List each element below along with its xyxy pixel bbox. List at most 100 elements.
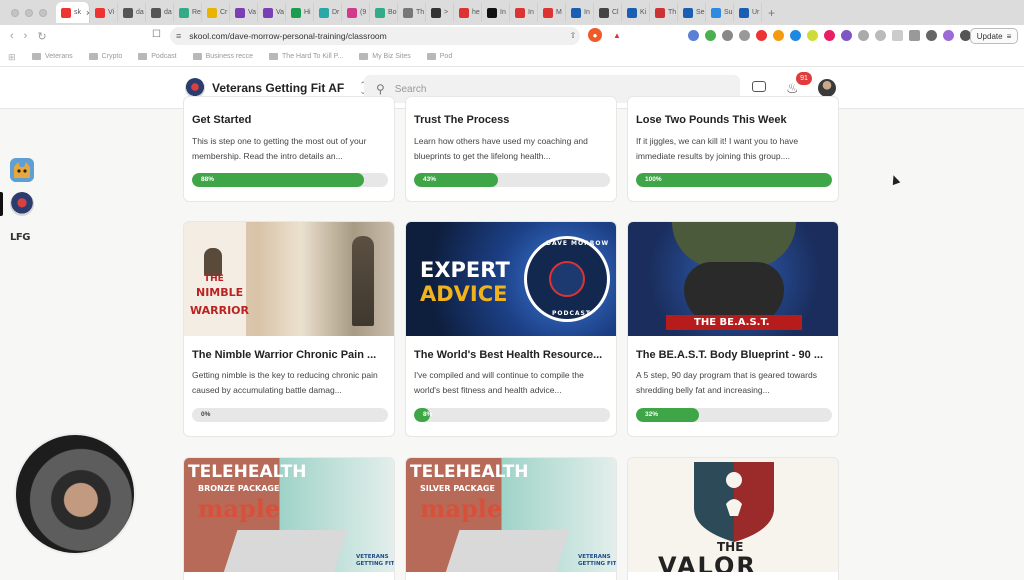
bookmark-icon[interactable]: ☐ bbox=[152, 29, 161, 40]
browser-tab[interactable]: Cr bbox=[202, 3, 230, 22]
browser-tab[interactable]: (9 bbox=[342, 3, 370, 22]
browser-tab[interactable]: In bbox=[510, 3, 538, 22]
bookmark-folder[interactable]: Business recce bbox=[192, 53, 253, 60]
browser-tab[interactable]: Dr bbox=[314, 3, 342, 22]
thumb-text: maple bbox=[420, 494, 503, 523]
wallet-icon[interactable] bbox=[909, 30, 920, 41]
zoom-window-button[interactable] bbox=[39, 8, 47, 17]
laptop-shape bbox=[444, 530, 570, 572]
bookmark-folder[interactable]: Crypto bbox=[88, 53, 122, 60]
course-card[interactable]: Trust The Process Learn how others have … bbox=[405, 96, 617, 202]
new-tab-icon[interactable]: + bbox=[768, 6, 775, 20]
extension-icon[interactable] bbox=[824, 30, 835, 41]
browser-tab[interactable]: Th bbox=[398, 3, 426, 22]
tab-favicon-icon bbox=[459, 7, 469, 18]
browser-tab[interactable]: Vi bbox=[90, 3, 118, 22]
close-window-button[interactable] bbox=[11, 8, 19, 17]
thumb-text: SILVER PACKAGE bbox=[420, 484, 495, 493]
leo-icon[interactable] bbox=[943, 30, 954, 41]
address-bar[interactable]: ≡ skool.com/dave-morrow-personal-trainin… bbox=[170, 27, 580, 45]
browser-tab[interactable]: Ki bbox=[622, 3, 650, 22]
browser-tab[interactable]: Ur bbox=[734, 3, 762, 22]
course-card[interactable]: Get Started This is step one to getting … bbox=[183, 96, 395, 202]
course-card[interactable]: Lose Two Pounds This Week If it jiggles,… bbox=[627, 96, 839, 202]
extension-icon[interactable] bbox=[790, 30, 801, 41]
community-switcher[interactable]: Veterans Getting Fit AF ⌃⌄ bbox=[185, 78, 367, 98]
browser-tab[interactable]: M bbox=[538, 3, 566, 22]
chat-icon[interactable] bbox=[752, 81, 766, 92]
browser-tab[interactable]: da bbox=[118, 3, 146, 22]
course-card[interactable]: TELEHEALTH SILVER PACKAGE maple VETERANS… bbox=[405, 457, 617, 580]
extension-icon[interactable] bbox=[858, 30, 869, 41]
browser-tab[interactable]: > bbox=[426, 3, 454, 22]
tab-favicon-icon bbox=[207, 7, 217, 18]
extension-icon[interactable] bbox=[773, 30, 784, 41]
extension-icon[interactable] bbox=[841, 30, 852, 41]
browser-tab[interactable]: Va bbox=[258, 3, 286, 22]
search-placeholder: Search bbox=[394, 83, 427, 95]
course-card[interactable]: THE BE.A.S.T. The BE.A.S.T. Body Bluepri… bbox=[627, 221, 839, 437]
badge-inner bbox=[549, 261, 585, 297]
bookmark-folder[interactable]: Podcast bbox=[138, 53, 177, 60]
community-icon-lfg[interactable]: LFG bbox=[10, 232, 30, 243]
reload-icon[interactable]: ↻ bbox=[37, 30, 46, 43]
site-settings-icon[interactable]: ≡ bbox=[176, 31, 181, 41]
brave-rewards-icon[interactable]: ▲ bbox=[610, 28, 624, 42]
tab-label: Va bbox=[276, 9, 285, 16]
browser-tab[interactable]: Cl bbox=[594, 3, 622, 22]
browser-tab[interactable]: Se bbox=[678, 3, 706, 22]
extension-icon[interactable] bbox=[807, 30, 818, 41]
search-icon: ⚲ bbox=[376, 82, 385, 96]
browser-tab[interactable]: da bbox=[146, 3, 174, 22]
browser-tab[interactable]: Va bbox=[230, 3, 258, 22]
browser-tab[interactable]: he bbox=[454, 3, 482, 22]
course-card[interactable]: TELEHEALTH BRONZE PACKAGE maple VETERANS… bbox=[183, 457, 395, 580]
vpn-icon[interactable] bbox=[926, 30, 937, 41]
tab-favicon-icon bbox=[599, 7, 609, 18]
update-button[interactable]: Update ≡ bbox=[970, 28, 1018, 44]
bookmark-folder[interactable]: Veterans bbox=[32, 53, 73, 60]
community-icon-cat[interactable] bbox=[10, 158, 34, 182]
extension-icon[interactable] bbox=[756, 30, 767, 41]
browser-tab[interactable]: Hi bbox=[286, 3, 314, 22]
community-icon-veterans[interactable] bbox=[10, 192, 34, 216]
tab-favicon-icon bbox=[319, 7, 329, 18]
sidebar-icon[interactable] bbox=[892, 30, 903, 41]
extension-icon[interactable] bbox=[875, 30, 886, 41]
bookmark-folder[interactable]: The Hard To Kill P... bbox=[269, 53, 343, 60]
course-card[interactable]: EXPERT ADVICE DAVE MORROW PODCAST The Wo… bbox=[405, 221, 617, 437]
browser-tab[interactable]: Re bbox=[174, 3, 202, 22]
folder-icon bbox=[88, 53, 98, 60]
browser-tab[interactable]: In bbox=[566, 3, 594, 22]
course-title: The World's Best Health Resource... bbox=[414, 349, 603, 361]
course-description: A 5 step, 90 day program that is geared … bbox=[636, 370, 817, 395]
bookmark-folder[interactable]: My Biz Sites bbox=[359, 53, 411, 60]
course-card[interactable]: THE VALOR bbox=[627, 457, 839, 580]
extension-icon[interactable] bbox=[739, 30, 750, 41]
brave-shield-icon[interactable]: ● bbox=[588, 28, 602, 42]
tab-label: Th bbox=[416, 9, 425, 16]
apps-grid-icon[interactable]: ⊞ bbox=[8, 52, 18, 62]
extension-icon[interactable] bbox=[722, 30, 733, 41]
extension-icon[interactable] bbox=[705, 30, 716, 41]
share-icon[interactable]: ⇧ bbox=[566, 28, 580, 42]
minimize-window-button[interactable] bbox=[25, 8, 33, 17]
browser-tab[interactable]: Bo bbox=[370, 3, 398, 22]
thumb-text: VALOR bbox=[658, 552, 757, 572]
extension-icon[interactable] bbox=[688, 30, 699, 41]
bookmarks-bar: ⊞ Veterans Crypto Podcast Business recce… bbox=[0, 47, 1024, 67]
bookmark-folder[interactable]: Pod bbox=[426, 53, 452, 60]
tab-label: Hi bbox=[304, 9, 311, 16]
tab-label: Vi bbox=[108, 9, 115, 16]
back-icon[interactable]: ‹ bbox=[10, 30, 14, 43]
browser-tab[interactable]: Th bbox=[650, 3, 678, 22]
course-card[interactable]: THE NIMBLE WARRIOR The Nimble Warrior Ch… bbox=[183, 221, 395, 437]
tab-label: In bbox=[528, 9, 534, 16]
forward-icon[interactable]: › bbox=[24, 30, 28, 43]
browser-tab[interactable]: In bbox=[482, 3, 510, 22]
browser-tab[interactable]: Su bbox=[706, 3, 734, 22]
window-controls bbox=[0, 8, 56, 17]
avatar[interactable] bbox=[818, 79, 836, 97]
tab-label: da bbox=[136, 9, 144, 16]
browser-tab[interactable]: sk× bbox=[56, 2, 90, 23]
